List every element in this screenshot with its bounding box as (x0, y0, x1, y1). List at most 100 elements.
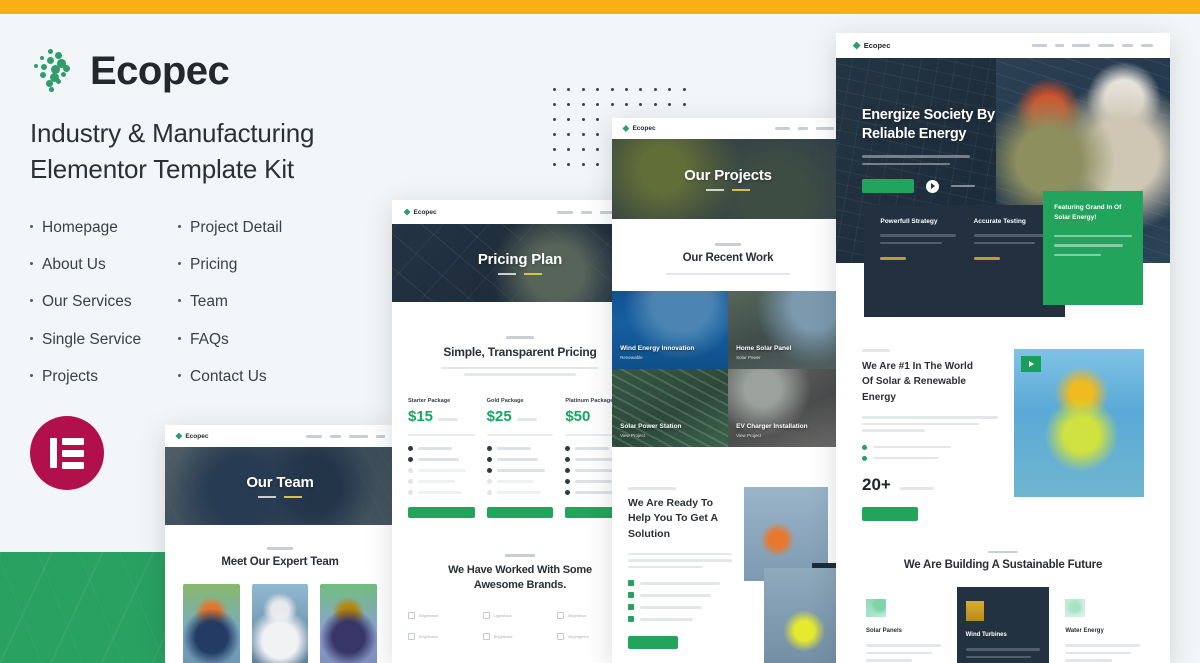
list-item-label: Single Service (42, 330, 142, 348)
project-card[interactable]: Solar Power Station View Project (612, 369, 728, 447)
feature-card[interactable]: Powerfull Strategy (880, 218, 956, 304)
brand-mark-icon (408, 633, 415, 641)
list-item-label: About Us (42, 256, 106, 273)
bullet-icon (178, 373, 181, 377)
check-icon (486, 457, 492, 462)
mock-pricing-brand: Ecopec (403, 208, 437, 216)
headline-line-1: Industry & Manufacturing (30, 118, 315, 148)
mock-home-about: We Are #1 In The World Of Solar & Renewa… (836, 323, 1170, 521)
check-icon (565, 479, 571, 484)
mock-team-brand: Ecopec (175, 432, 209, 440)
brand-logo: Brightbase (408, 612, 483, 620)
mockup-projects[interactable]: Ecopec Our Projects Our Recent Work Wind… (612, 118, 844, 663)
brands-eyebrow (505, 554, 535, 557)
list-item-label: Our Services (42, 293, 132, 311)
project-card[interactable]: Home Solar Panel Solar Power (728, 291, 844, 369)
mockup-homepage[interactable]: Ecopec Energize Society By Reliable Ener… (836, 33, 1170, 663)
plan-feature-row (408, 490, 475, 495)
feature-card-title: Accurate Testing (973, 218, 1026, 225)
cta-bullet-row (628, 604, 732, 611)
mock-projects-brand-label: Ecopec (632, 125, 656, 132)
cta-photo-secondary (764, 568, 836, 663)
poster-canvas: Ecopec Industry & Manufacturing Elemento… (0, 0, 1200, 663)
top-accent-bar (0, 0, 1200, 14)
project-card-subtitle: Renewable (620, 354, 643, 360)
mockup-team[interactable]: Ecopec Our Team Meet Our Expert Team (165, 425, 395, 663)
brand-logo-label: Brightblue (568, 613, 587, 619)
service-card[interactable]: Wind Turbines (956, 587, 1050, 663)
mock-projects-navlinks[interactable] (774, 127, 834, 130)
mock-home-services: We Are Building A Sustainable Future Sol… (836, 521, 1170, 663)
check-icon (486, 446, 492, 451)
project-card-grid: Wind Energy Innovation Renewable Home Sol… (612, 291, 844, 447)
plan-price: $15 (408, 407, 434, 425)
plan-cta-button[interactable] (486, 507, 554, 518)
about-counter: 20+ (862, 474, 891, 494)
plan-features (486, 446, 554, 495)
mockup-pricing[interactable]: Ecopec Pricing Plan Simple, Transparent … (392, 200, 648, 663)
project-card[interactable]: EV Charger Installation View Project (728, 369, 844, 447)
about-cta-button[interactable] (862, 506, 918, 521)
service-card-title: Water Energy (1065, 628, 1104, 634)
project-card-title: Solar Power Station (620, 422, 682, 430)
brand-name: Ecopec (90, 49, 230, 93)
brand-mark-icon (482, 633, 490, 641)
brand-mark-icon (408, 612, 415, 620)
list-item-label: FAQs (190, 330, 229, 348)
mock-pricing-brands: We Have Worked With Some Awesome Brands.… (408, 554, 632, 641)
bullet-icon (178, 224, 181, 228)
service-card-title: Wind Turbines (965, 632, 1007, 638)
mock-home-navlinks[interactable] (1032, 44, 1154, 47)
pricing-plan-card[interactable]: Gold Package $25 (486, 398, 554, 518)
plan-feature-row (486, 446, 554, 451)
list-item-label: Pricing (190, 256, 238, 273)
water-energy-icon (1065, 599, 1086, 617)
check-icon (408, 457, 413, 462)
brand-logo-label: Brightbase (493, 634, 513, 640)
mock-team-navlinks[interactable] (305, 434, 385, 438)
plan-feature-row (408, 457, 475, 462)
feature-card[interactable]: Accurate Testing (973, 218, 1049, 304)
hero-title-line-2: Reliable Energy (861, 125, 967, 142)
play-icon[interactable] (925, 179, 939, 193)
brand-logo-label: Brightbase (419, 634, 439, 640)
plan-feature-row (486, 468, 554, 473)
highlight-card-title: Featuring Grand In Of Solar Energy! (1054, 204, 1122, 221)
hero-cta-button[interactable] (861, 179, 914, 194)
about-title: We Are #1 In The World Of Solar & Renewa… (862, 360, 973, 403)
mock-projects-section: Our Recent Work (612, 219, 844, 275)
team-member-card[interactable] (320, 583, 378, 663)
mock-home-nav: Ecopec (836, 33, 1170, 58)
list-item: Contact Us (178, 365, 410, 388)
project-card-subtitle: Solar Power (736, 354, 761, 360)
project-card-subtitle: View Project (736, 432, 762, 438)
list-item: Projects (30, 365, 178, 388)
check-icon (862, 455, 867, 461)
list-item: Pricing (178, 253, 410, 276)
ecopec-mark-icon (852, 41, 861, 50)
play-icon[interactable] (1021, 356, 1042, 372)
service-card[interactable]: Water Energy (1059, 587, 1146, 663)
cta-block-button[interactable] (628, 636, 678, 650)
highlight-card[interactable]: Featuring Grand In Of Solar Energy! (1043, 191, 1144, 305)
ecopec-mark-icon (175, 432, 183, 440)
brand-mark-icon (482, 612, 490, 620)
elementor-logo-icon (30, 416, 104, 490)
mock-team-brand-label: Ecopec (185, 432, 209, 440)
service-card-title: Solar Panels (866, 628, 903, 634)
project-card[interactable]: Wind Energy Innovation Renewable (612, 291, 728, 369)
service-card[interactable]: Solar Panels (860, 587, 947, 663)
check-icon (565, 446, 571, 451)
plan-cta-button[interactable] (408, 507, 475, 518)
pricing-plan-card[interactable]: Starter Package $15 (408, 398, 475, 518)
team-member-card[interactable] (251, 583, 309, 663)
about-photo (1014, 349, 1144, 497)
mock-team-section-title: Meet Our Expert Team (221, 555, 339, 568)
mock-pricing-breadcrumb (498, 273, 542, 275)
list-item: FAQs (178, 328, 410, 351)
cta-bullet-row (628, 592, 732, 599)
list-item: Homepage (30, 216, 178, 239)
plan-feature-row (408, 468, 475, 473)
mock-team-eyebrow (267, 547, 293, 550)
team-member-card[interactable] (183, 583, 240, 663)
